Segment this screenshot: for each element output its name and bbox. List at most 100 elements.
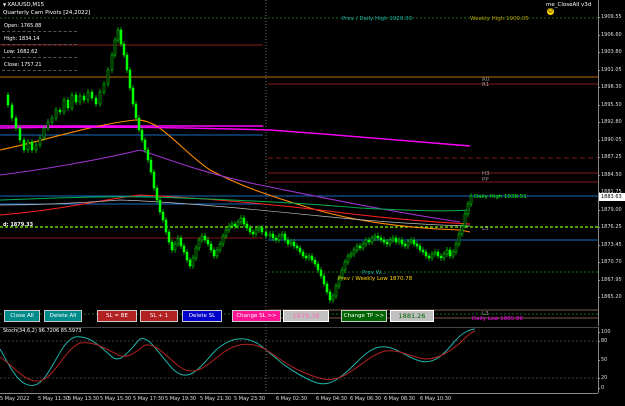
l3-label: L3	[482, 311, 489, 317]
candle-body	[304, 255, 308, 259]
candle-body	[295, 245, 299, 249]
candle-body	[209, 243, 213, 251]
candle-body	[280, 233, 284, 237]
candle-body	[66, 99, 70, 109]
price-tick: 1892.80	[598, 119, 622, 125]
candle-body	[439, 255, 443, 259]
change-tp-button[interactable]: Change TP >>	[341, 310, 387, 322]
candle-body	[433, 251, 437, 255]
candle-body	[173, 243, 177, 251]
price-tick: 1876.25	[598, 224, 622, 230]
candle-body	[361, 243, 365, 249]
candle-body	[283, 233, 287, 241]
candle-body	[424, 251, 428, 257]
candle-body	[10, 104, 14, 119]
candle-body	[215, 249, 219, 257]
candle-body	[38, 137, 42, 146]
time-axis[interactable]: 5 May 2022 5 May 11:30 5 May 13:30 5 May 15…	[0, 393, 598, 406]
candle-body	[42, 127, 46, 139]
close-all-button[interactable]: Close All	[4, 310, 40, 322]
candle-body	[307, 255, 311, 259]
candle-body	[334, 285, 338, 297]
candle-body	[179, 237, 183, 247]
price-tick: 1903.80	[598, 49, 622, 55]
candle-body	[268, 233, 272, 237]
time-axis-label: 6 May 02:30	[276, 396, 308, 402]
candle-body	[298, 247, 302, 253]
candle-body	[319, 269, 323, 277]
candle-body	[227, 225, 231, 231]
weekly-high-label: Weekly High 1909.05	[470, 16, 529, 22]
price-tick: 1879.00	[598, 206, 622, 213]
candle-body	[415, 243, 419, 247]
candle-body	[54, 109, 58, 119]
ohlc-low: Low: 1682.62	[2, 45, 77, 58]
ohlc-panel: Open: 1765.88 High: 1834.14 Low: 1682.62…	[2, 19, 77, 71]
stochastic-canvas[interactable]	[0, 327, 598, 393]
candle-body	[460, 225, 464, 235]
candle-body	[119, 29, 123, 45]
price-tick: 1909.55	[598, 14, 622, 20]
sl-value-input[interactable]: 1879.38	[283, 310, 329, 322]
prev-daily-high-label: Prev / Daily High 1929.33	[342, 16, 413, 22]
candle-body	[116, 29, 120, 41]
candle-body	[188, 259, 192, 267]
delete-sl-button[interactable]: Delete SL	[182, 310, 222, 322]
sl-plus-one-button[interactable]: SL + 1	[140, 310, 178, 322]
stochastic-title: Stoch(34,6,2) 96.7206 85.5973	[3, 328, 82, 334]
price-chart-canvas[interactable]	[0, 0, 598, 326]
candle-body	[457, 233, 461, 245]
candle-body	[322, 275, 326, 285]
candle-body	[128, 69, 132, 89]
stochastic-scale[interactable]: 100 80 50 20 0	[597, 327, 625, 393]
candle-body	[98, 91, 102, 105]
expert-advisor-name: me_CloseAll v3d☺	[546, 2, 598, 15]
candle-body	[445, 249, 449, 255]
candle-body	[78, 95, 82, 103]
time-axis-label: 5 May 19:30	[165, 396, 197, 402]
prev-weekly-low-label: Prev / Weekly Low 1870.78	[338, 276, 413, 282]
candle-body	[161, 211, 165, 221]
stoch-tick-80: 80	[597, 338, 608, 344]
candle-body	[26, 141, 30, 151]
candle-body	[373, 235, 377, 239]
pivot-indicator-title: Quarterly Cam Pivots [24,2022]	[3, 10, 91, 16]
main-chart[interactable]: XAUUSD,M15 Quarterly Cam Pivots [24,2022…	[0, 0, 598, 326]
symbol-title: XAUUSD,M15	[3, 2, 44, 8]
candle-body	[218, 243, 222, 251]
stoch-tick-20: 20	[597, 375, 608, 381]
candle-body	[343, 261, 347, 271]
candle-body	[385, 241, 389, 245]
stoch-tick-0: 0	[597, 385, 605, 391]
stochastic-subwindow[interactable]: Stoch(34,6,2) 96.7206 85.5973	[0, 327, 598, 393]
candle-body	[403, 243, 407, 247]
candle-body	[245, 223, 249, 229]
price-scale[interactable]: 1909.55 1906.60 1903.80 1901.05 1898.30 1895.…	[598, 0, 625, 326]
tp-value-input[interactable]: 1881.26	[390, 310, 434, 322]
candle-body	[427, 255, 431, 259]
candle-body	[274, 237, 278, 241]
candle-body	[206, 239, 210, 245]
candle-body	[58, 109, 62, 113]
candle-body	[203, 235, 207, 241]
price-tick: 1890.05	[598, 136, 622, 143]
price-tick: 1906.60	[598, 31, 622, 38]
candle-body	[182, 245, 186, 253]
candle-body	[301, 251, 305, 257]
sl-be-button[interactable]: SL = BE	[97, 310, 137, 322]
candle-body	[70, 94, 74, 109]
candle-body	[131, 87, 135, 105]
candle-body	[406, 241, 410, 247]
candle-body	[140, 129, 144, 141]
candle-body	[185, 251, 189, 261]
change-sl-button[interactable]: Change SL >>	[232, 310, 281, 322]
candle-body	[233, 223, 237, 227]
candle-body	[292, 241, 296, 247]
candle-body	[74, 94, 78, 103]
candle-body	[242, 217, 246, 225]
candle-body	[469, 195, 473, 205]
time-axis-label: 5 May 23:30	[234, 396, 266, 402]
delete-all-button[interactable]: Delete All	[44, 310, 82, 322]
time-axis-label: 6 May 04:30	[316, 396, 348, 402]
l3-level-marker: L3	[482, 226, 489, 232]
